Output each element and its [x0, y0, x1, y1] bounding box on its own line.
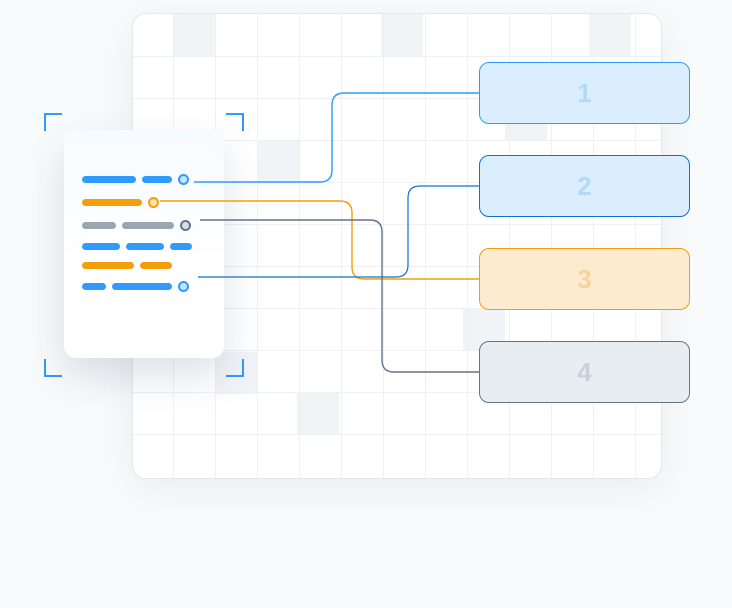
connection-node-icon [178, 174, 189, 185]
doc-line [82, 174, 206, 185]
scan-corner-icon [226, 113, 244, 131]
target-box-4: 4 [479, 341, 690, 403]
scan-corner-icon [44, 359, 62, 377]
text-segment [126, 243, 164, 250]
connection-node-icon [148, 197, 159, 208]
text-segment [112, 283, 172, 290]
page-fold-icon [188, 130, 224, 166]
text-segment [122, 222, 174, 229]
connection-node-icon [180, 220, 191, 231]
text-segment [82, 222, 116, 229]
text-segment [82, 262, 134, 269]
scan-corner-icon [44, 113, 62, 131]
target-label: 4 [577, 357, 591, 388]
text-segment [170, 243, 192, 250]
target-box-3: 3 [479, 248, 690, 310]
text-segment [82, 176, 136, 183]
target-box-2: 2 [479, 155, 690, 217]
text-segment [142, 176, 172, 183]
target-box-1: 1 [479, 62, 690, 124]
doc-line [82, 220, 206, 231]
text-segment [82, 283, 106, 290]
target-label: 2 [577, 171, 591, 202]
scan-corner-icon [226, 359, 244, 377]
text-segment [82, 199, 142, 206]
doc-line [82, 262, 206, 269]
connection-node-icon [178, 281, 189, 292]
text-segment [82, 243, 120, 250]
doc-line [82, 281, 206, 292]
doc-line [82, 197, 206, 208]
target-label: 1 [577, 78, 591, 109]
doc-line [82, 243, 206, 250]
text-segment [140, 262, 172, 269]
source-document [64, 130, 224, 358]
target-label: 3 [577, 264, 591, 295]
